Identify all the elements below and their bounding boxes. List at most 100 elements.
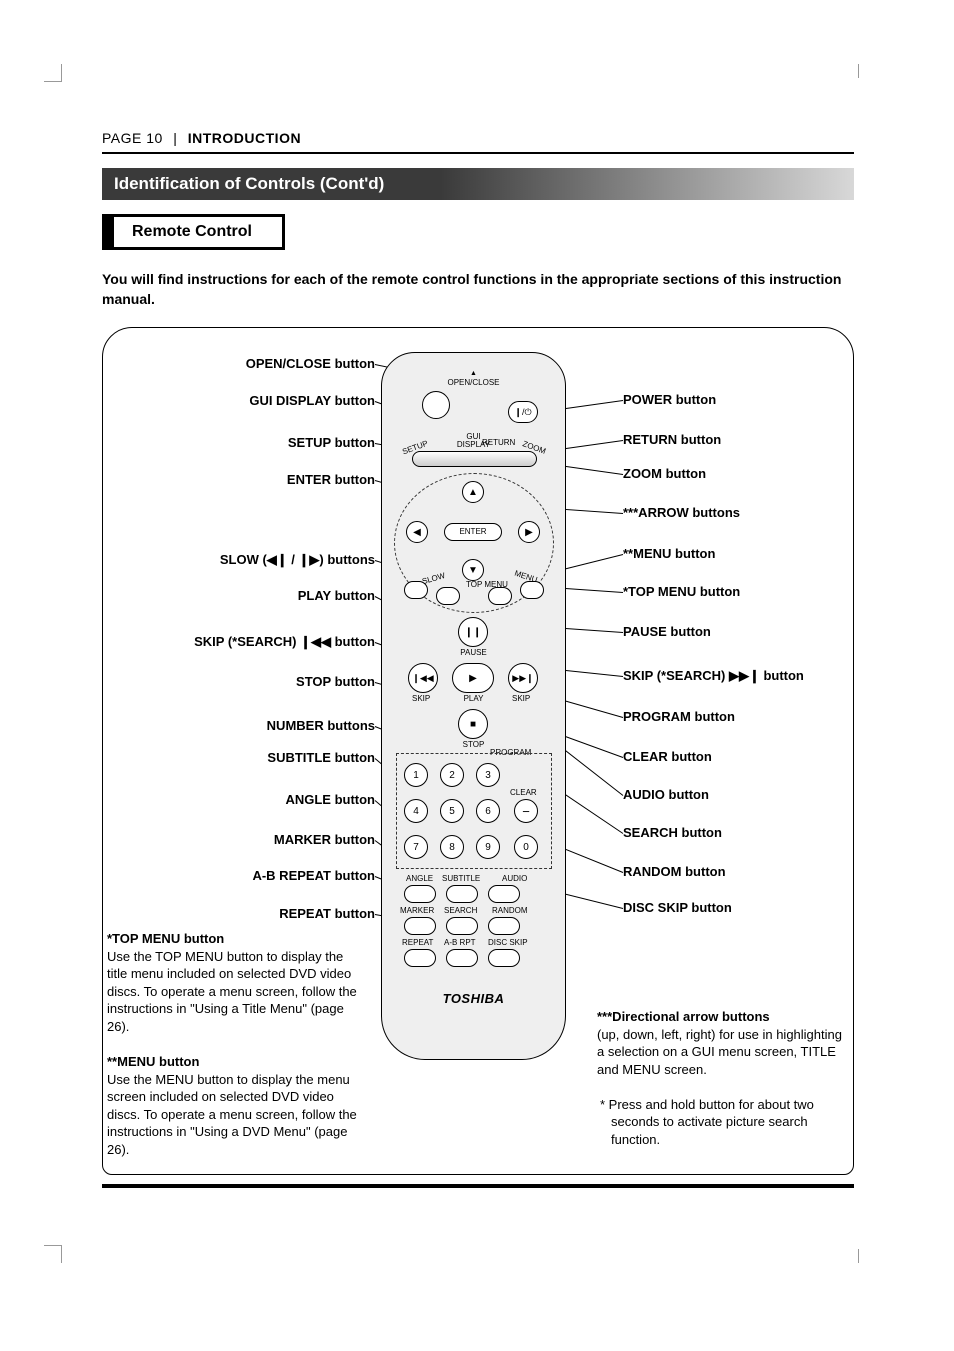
ab-rpt-button [446,949,478,967]
search-button [446,917,478,935]
label-pause: PAUSE [382,649,565,657]
callout-search: SEARCH button [623,825,722,840]
arrow-note-title: ***Directional arrow buttons [597,1009,770,1024]
page-header: PAGE 10 | INTRODUCTION [102,130,854,154]
power-button: ❙/⏻ [508,401,538,423]
callout-angle: ANGLE button [285,792,375,807]
label-subtitle: SUBTITLE [442,875,480,883]
label-play: PLAY [382,695,565,703]
crop-mark [858,1249,872,1263]
num-7: 7 [404,835,428,859]
remote-diagram: OPEN/CLOSE button GUI DISPLAY button SET… [102,327,854,1175]
callout-repeat: REPEAT button [279,906,375,921]
callout-top-menu: *TOP MENU button [623,584,740,599]
label-return: RETURN [482,439,515,447]
arrow-note-body: (up, down, left, right) for use in highl… [597,1027,842,1077]
callout-open-close: OPEN/CLOSE button [246,356,375,371]
callout-subtitle: SUBTITLE button [267,750,375,765]
subtitle-button [446,885,478,903]
menu-button [520,581,544,599]
page-number: PAGE 10 [102,130,163,146]
menu-note-body: Use the MENU button to display the menu … [107,1072,357,1157]
callout-setup: SETUP button [288,435,375,450]
num-3: 3 [476,763,500,787]
skip-back-button: ❙◀◀ [408,663,438,693]
marker-button [404,917,436,935]
callout-power: POWER button [623,392,716,407]
stop-button: ■ [458,709,488,739]
menu-note-title: **MENU button [107,1054,199,1069]
label-repeat: REPEAT [402,939,433,947]
callout-marker: MARKER button [274,832,375,847]
sub-title: Remote Control [102,214,285,250]
callout-program: PROGRAM button [623,709,735,724]
angle-button [404,885,436,903]
callout-pause: PAUSE button [623,624,711,639]
callout-slow: SLOW (◀❙ / ❙▶) buttons [220,552,375,568]
sub-title-wrap: Remote Control [102,214,854,250]
label-open-close: OPEN/CLOSE [382,379,565,387]
label-angle: ANGLE [406,875,433,883]
crop-mark [44,1245,62,1263]
play-button: ▶ [452,663,494,693]
brand-logo: TOSHIBA [382,991,565,1006]
content-area: PAGE 10 | INTRODUCTION Identification of… [102,130,854,1175]
callout-skip-back: SKIP (*SEARCH) ❙◀◀ button [194,634,375,650]
label-stop: STOP [382,741,565,749]
callout-arrow: ***ARROW buttons [623,505,740,520]
remote-body: OPEN/CLOSE ▲ ❙/⏻ GUI DISPLAY SETUP RETUR… [381,352,566,1060]
search-note: * Press and hold button for about two se… [597,1096,843,1149]
label-marker: MARKER [400,907,434,915]
crop-mark [858,64,872,78]
footnote-left: *TOP MENU button Use the TOP MENU button… [107,930,367,1158]
slow-fwd-button [436,587,460,605]
callout-clear: CLEAR button [623,749,712,764]
top-menu-note-body: Use the TOP MENU button to display the t… [107,949,357,1034]
skip-fwd-button: ▶▶❙ [508,663,538,693]
random-button [488,917,520,935]
section-title: Identification of Controls (Cont'd) [102,168,854,200]
crop-mark [44,64,62,82]
callout-return: RETURN button [623,432,721,447]
callout-random: RANDOM button [623,864,726,879]
audio-button [488,885,520,903]
callout-gui-display: GUI DISPLAY button [249,393,375,408]
label-top-menu: TOP MENU [466,581,508,589]
section-name: INTRODUCTION [188,130,301,146]
manual-page: PAGE 10 | INTRODUCTION Identification of… [0,0,954,1351]
top-curved-bar [412,451,537,467]
callout-ab-repeat: A-B REPEAT button [252,868,375,883]
intro-text: You will find instructions for each of t… [102,270,854,309]
label-ab-rpt: A-B RPT [444,939,476,947]
num-0: 0 [514,835,538,859]
enter-button: ENTER [444,523,502,541]
num-8: 8 [440,835,464,859]
callout-audio: AUDIO button [623,787,709,802]
callout-disc-skip: DISC SKIP button [623,900,732,915]
num-4: 4 [404,799,428,823]
num-2: 2 [440,763,464,787]
footnote-right: ***Directional arrow buttons (up, down, … [597,1008,843,1148]
callout-zoom: ZOOM button [623,466,706,481]
callout-enter: ENTER button [287,472,375,487]
label-search: SEARCH [444,907,477,915]
top-menu-note-title: *TOP MENU button [107,931,224,946]
label-audio: AUDIO [502,875,527,883]
num-6: 6 [476,799,500,823]
label-clear: CLEAR [510,789,537,797]
top-menu-button [488,587,512,605]
num-1: 1 [404,763,428,787]
bottom-rule [102,1184,854,1188]
num-9: 9 [476,835,500,859]
open-close-button [422,391,450,419]
num-5: 5 [440,799,464,823]
callout-play: PLAY button [298,588,375,603]
label-skip-r: SKIP [512,695,530,703]
callout-stop: STOP button [296,674,375,689]
repeat-button [404,949,436,967]
callout-skip-fwd: SKIP (*SEARCH) ▶▶❙ button [623,668,804,684]
clear-button: − [514,799,538,823]
callout-number: NUMBER buttons [267,718,375,733]
label-random: RANDOM [492,907,528,915]
label-disc-skip: DISC SKIP [488,939,528,947]
